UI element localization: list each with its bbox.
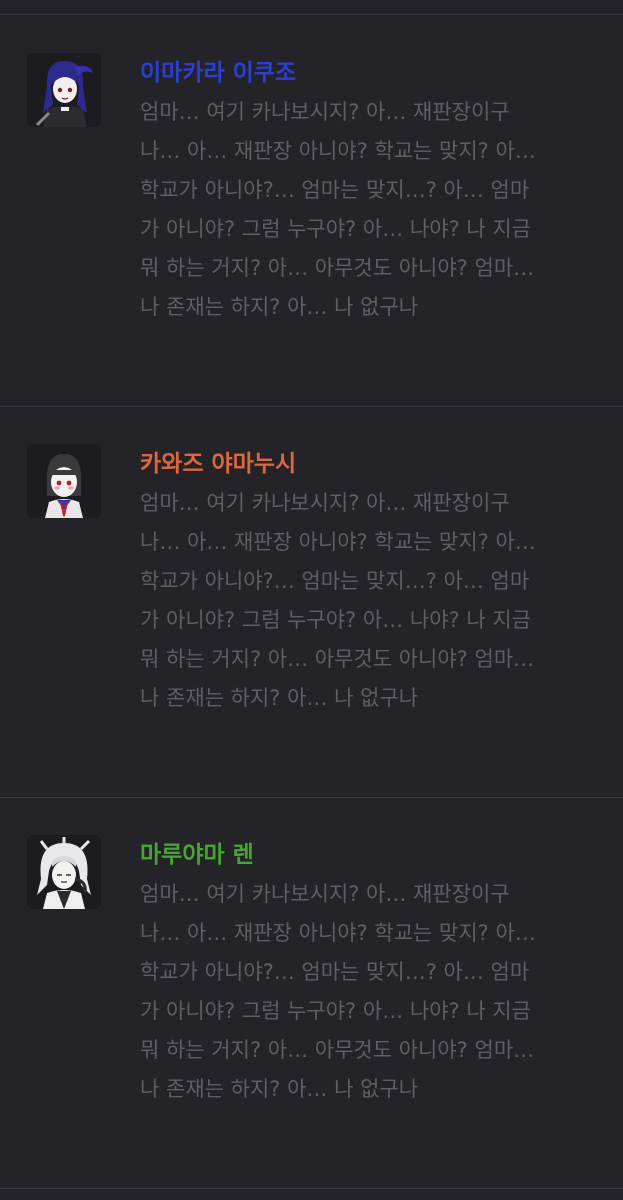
- divider: [0, 14, 623, 15]
- post-body-line: 나 존재는 하지? 아… 나 없구나: [140, 686, 419, 710]
- post-author-name[interactable]: 카와즈 야마누시: [140, 444, 296, 484]
- post-body-line: 뭐 하는 거지? 아… 아무것도 아니야? 엄마…: [140, 1038, 535, 1062]
- post-body-line: 뭐 하는 거지? 아… 아무것도 아니야? 엄마…: [140, 647, 535, 671]
- post-body-line: 엄마… 여기 카나보시지? 아… 재판장이구: [140, 882, 510, 906]
- post-item: 마루야마 렌 엄마… 여기 카나보시지? 아… 재판장이구 나… 아… 재판장 …: [0, 835, 623, 1165]
- avatar[interactable]: [27, 444, 101, 518]
- post-body-line: 가 아니야? 그럼 누구야? 아… 나야? 나 지금: [140, 217, 531, 241]
- character-portrait-icon: [27, 444, 101, 518]
- post-body-line: 엄마… 여기 카나보시지? 아… 재판장이구: [140, 100, 510, 124]
- post-body-line: 나… 아… 재판장 아니야? 학교는 맞지? 아…: [140, 530, 536, 554]
- post-body-line: 가 아니야? 그럼 누구야? 아… 나야? 나 지금: [140, 999, 531, 1023]
- post-body: 엄마… 여기 카나보시지? 아… 재판장이구 나… 아… 재판장 아니야? 학교…: [140, 93, 610, 327]
- post-body-line: 나 존재는 하지? 아… 나 없구나: [140, 295, 419, 319]
- post-item: 카와즈 야마누시 엄마… 여기 카나보시지? 아… 재판장이구 나… 아… 재판…: [0, 444, 623, 774]
- character-portrait-icon: [27, 53, 101, 127]
- divider: [0, 1188, 623, 1189]
- divider: [0, 797, 623, 798]
- post-body: 엄마… 여기 카나보시지? 아… 재판장이구 나… 아… 재판장 아니야? 학교…: [140, 484, 610, 718]
- avatar[interactable]: [27, 835, 101, 909]
- post-body-line: 나 존재는 하지? 아… 나 없구나: [140, 1077, 419, 1101]
- post-body-line: 학교가 아니야?… 엄마는 맞지…? 아… 엄마: [140, 178, 530, 202]
- post-body-line: 나… 아… 재판장 아니야? 학교는 맞지? 아…: [140, 921, 536, 945]
- post-body-line: 뭐 하는 거지? 아… 아무것도 아니야? 엄마…: [140, 256, 535, 280]
- post-body-line: 가 아니야? 그럼 누구야? 아… 나야? 나 지금: [140, 608, 531, 632]
- divider: [0, 406, 623, 407]
- post-body: 엄마… 여기 카나보시지? 아… 재판장이구 나… 아… 재판장 아니야? 학교…: [140, 875, 610, 1109]
- post-author-name[interactable]: 마루야마 렌: [140, 835, 254, 875]
- post-body-line: 나… 아… 재판장 아니야? 학교는 맞지? 아…: [140, 139, 536, 163]
- post-author-name[interactable]: 이마카라 이쿠조: [140, 53, 296, 93]
- post-body-line: 학교가 아니야?… 엄마는 맞지…? 아… 엄마: [140, 960, 530, 984]
- post-item: 이마카라 이쿠조 엄마… 여기 카나보시지? 아… 재판장이구 나… 아… 재판…: [0, 53, 623, 383]
- post-body-line: 엄마… 여기 카나보시지? 아… 재판장이구: [140, 491, 510, 515]
- avatar[interactable]: [27, 53, 101, 127]
- character-portrait-icon: [27, 835, 101, 909]
- post-body-line: 학교가 아니야?… 엄마는 맞지…? 아… 엄마: [140, 569, 530, 593]
